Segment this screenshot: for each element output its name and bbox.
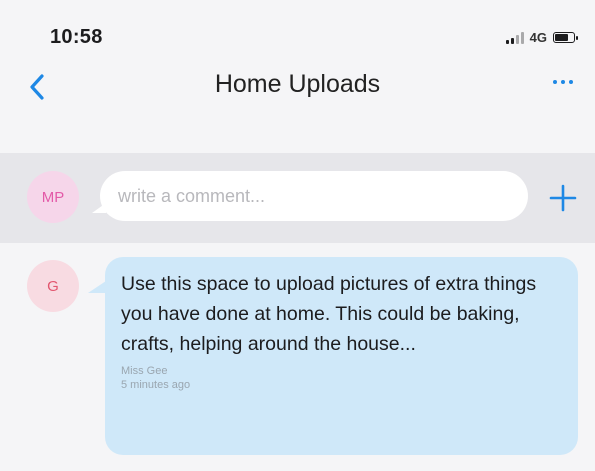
status-indicators: 4G (505, 30, 578, 45)
current-user-avatar: MP (27, 171, 79, 223)
message-avatar: G (27, 260, 79, 312)
signal-icon (505, 31, 524, 44)
avatar-initials: MP (41, 188, 65, 206)
nav-bar: Home Uploads (0, 60, 595, 120)
add-plus-icon[interactable] (548, 183, 578, 213)
message-text: Use this space to upload pictures of ext… (121, 273, 537, 355)
page-title: Home Uploads (214, 70, 381, 98)
message-author: Miss Gee (121, 365, 168, 377)
comment-input[interactable] (100, 171, 528, 221)
comment-composer: MP (0, 153, 595, 243)
avatar-initials: G (47, 277, 59, 295)
bubble-tail (88, 281, 106, 293)
status-time: 10:58 (50, 26, 103, 48)
network-type: 4G (529, 30, 547, 45)
status-bar: 10:58 4G (0, 0, 595, 60)
message-bubble[interactable]: Use this space to upload pictures of ext… (105, 257, 578, 455)
message-timestamp: 5 minutes ago (121, 379, 191, 391)
more-options-icon[interactable] (553, 80, 573, 84)
battery-icon (553, 32, 578, 43)
